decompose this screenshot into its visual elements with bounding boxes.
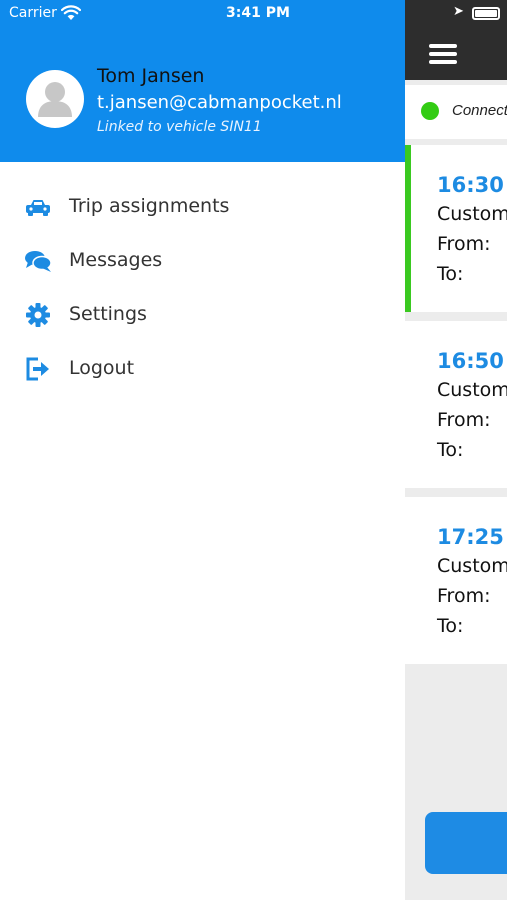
hamburger-menu-icon[interactable] (429, 44, 457, 64)
trip-card[interactable]: 16:50 Custom From: To: (405, 321, 507, 488)
background-header (405, 28, 507, 80)
trip-customer-label: Custom (437, 203, 507, 225)
menu-item-trip-assignments[interactable]: Trip assignments (0, 182, 405, 236)
chat-bubbles-icon (25, 251, 52, 272)
trip-time: 17:25 (437, 525, 504, 549)
status-bar: Carrier 3:41 PM (0, 0, 405, 28)
menu-item-label: Logout (69, 357, 135, 379)
connection-status-bar: Connect (405, 85, 507, 139)
trip-customer-label: Custom (437, 555, 507, 577)
connection-status-dot (421, 102, 439, 120)
menu-item-messages[interactable]: Messages (0, 236, 405, 290)
menu-item-logout[interactable]: Logout (0, 344, 405, 398)
drawer-header: Carrier 3:41 PM Tom Jansen t.jansen@cabm… (0, 0, 405, 162)
background-status-bar: ➤ (405, 0, 507, 28)
location-arrow-icon: ➤ (453, 4, 464, 19)
trip-customer-label: Custom (437, 379, 507, 401)
background-app: ➤ Connect 16:30 Custom From: To: 16:50 C… (405, 0, 507, 900)
user-name: Tom Jansen (97, 65, 205, 87)
trip-to-label: To: (437, 615, 464, 637)
menu-item-settings[interactable]: Settings (0, 290, 405, 344)
menu-item-label: Trip assignments (69, 195, 230, 217)
gear-icon (26, 303, 50, 327)
user-email: t.jansen@cabmanpocket.nl (97, 92, 342, 113)
trip-to-label: To: (437, 439, 464, 461)
trip-time: 16:30 (437, 173, 504, 197)
navigation-drawer: Carrier 3:41 PM Tom Jansen t.jansen@cabm… (0, 0, 405, 900)
drawer-menu: Trip assignments Messages Settings Logou… (0, 182, 405, 398)
primary-action-button[interactable] (425, 812, 507, 874)
status-time: 3:41 PM (226, 5, 290, 21)
linked-vehicle-label: Linked to vehicle SIN11 (97, 119, 262, 135)
trip-card[interactable]: 17:25 Custom From: To: (405, 497, 507, 664)
trip-from-label: From: (437, 585, 491, 607)
carrier-label: Carrier (9, 5, 57, 21)
avatar (26, 70, 84, 128)
logout-icon (26, 357, 49, 381)
wifi-icon (61, 5, 81, 20)
connection-status-text: Connect (452, 102, 507, 119)
menu-item-label: Settings (69, 303, 147, 325)
car-icon (26, 200, 50, 216)
trip-from-label: From: (437, 409, 491, 431)
menu-item-label: Messages (69, 249, 163, 271)
trip-time: 16:50 (437, 349, 504, 373)
battery-icon (472, 7, 500, 20)
user-silhouette-icon (38, 82, 72, 117)
trip-to-label: To: (437, 263, 464, 285)
trip-card[interactable]: 16:30 Custom From: To: (405, 145, 507, 312)
trip-from-label: From: (437, 233, 491, 255)
